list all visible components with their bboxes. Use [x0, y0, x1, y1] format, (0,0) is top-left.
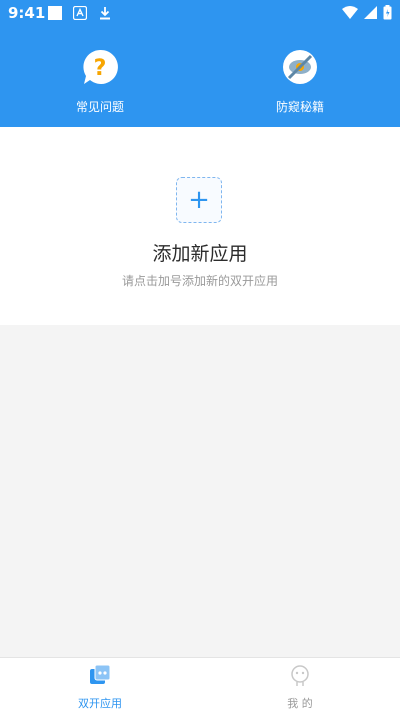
add-app-subtitle: 请点击加号添加新的双开应用 — [121, 274, 278, 288]
tab-dual-apps-label: 双开应用 — [78, 697, 122, 710]
anti-spy-button[interactable]: 防窥秘籍 — [240, 48, 360, 115]
add-app-card: + 添加新应用 请点击加号添加新的双开应用 — [0, 127, 400, 325]
status-bar: 9:41 — [0, 0, 400, 26]
bottom-nav: 双开应用 我 的 — [0, 657, 400, 712]
notification-square-icon — [48, 6, 62, 20]
app-notification-icon — [73, 6, 87, 20]
svg-text:?: ? — [94, 56, 107, 81]
anti-spy-label: 防窥秘籍 — [275, 100, 324, 114]
plus-icon: + — [188, 185, 210, 215]
top-header: 9:41 ? 常见问题 防窥秘籍 — [0, 0, 400, 127]
profile-icon — [291, 665, 309, 686]
status-right — [342, 5, 392, 20]
battery-icon — [383, 5, 392, 20]
faq-label: 常见问题 — [75, 100, 124, 114]
status-time: 9:41 — [8, 4, 46, 22]
download-icon — [100, 7, 110, 20]
tab-dual-apps[interactable]: 双开应用 — [40, 664, 160, 711]
eye-shield-icon — [283, 50, 317, 84]
add-app-button[interactable]: + — [176, 177, 222, 223]
faq-button[interactable]: ? 常见问题 — [40, 48, 160, 115]
wifi-icon — [342, 6, 358, 19]
question-icon: ? — [83, 49, 118, 84]
add-app-title: 添加新应用 — [152, 243, 248, 265]
tab-profile-label: 我 的 — [287, 697, 313, 710]
signal-icon — [364, 6, 377, 19]
app-list-area — [0, 325, 400, 657]
dual-apps-icon — [90, 664, 111, 684]
tab-profile[interactable]: 我 的 — [240, 664, 360, 711]
